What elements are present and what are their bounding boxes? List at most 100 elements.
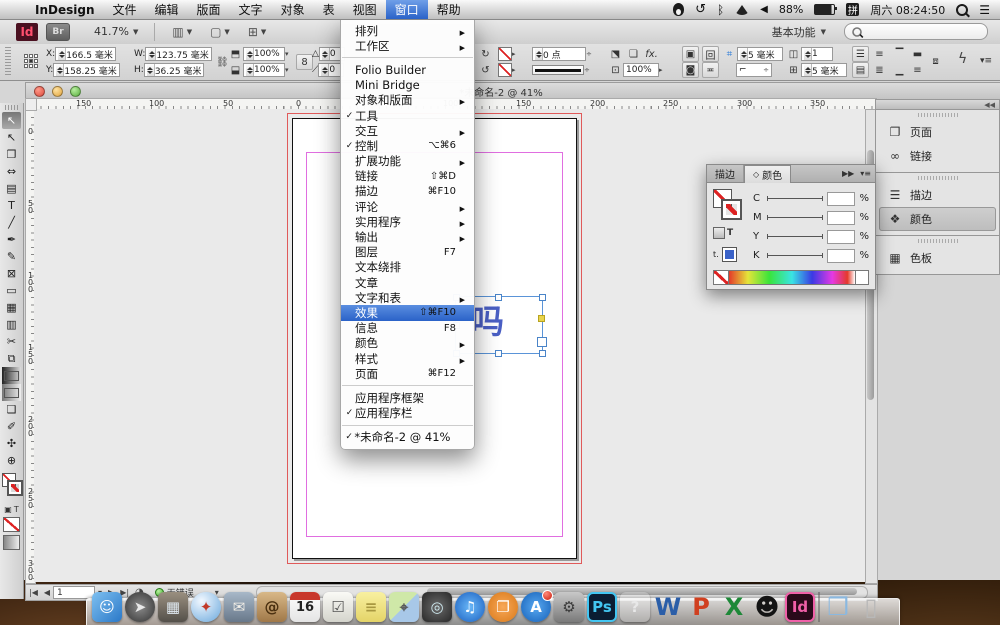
align-center-icon[interactable]: ≡ <box>872 47 887 61</box>
stroke-swatch-none[interactable] <box>722 200 741 219</box>
pencil-tool[interactable]: ✎ <box>2 248 21 265</box>
scissors-tool[interactable]: ✂ <box>2 333 21 350</box>
type-tool[interactable]: T <box>2 197 21 214</box>
gradient-feather-tool[interactable] <box>2 384 21 401</box>
reminders[interactable]: ☑ <box>323 592 353 622</box>
mail[interactable]: ✉ <box>224 592 254 622</box>
menu-item[interactable]: 颜色 <box>341 336 474 351</box>
free-transform-tool[interactable]: ⧉ <box>2 350 21 367</box>
panel-grip[interactable] <box>918 113 958 117</box>
effects-fx-icon[interactable]: fx. <box>644 47 659 61</box>
minimize-button[interactable] <box>52 86 63 97</box>
zoom-tool[interactable]: ⊕ <box>2 452 21 469</box>
qq-icon[interactable] <box>673 3 684 16</box>
folder[interactable]: ❒ <box>823 592 853 622</box>
system-preferences[interactable]: ⚙ <box>554 592 584 622</box>
channel-slider[interactable] <box>767 236 823 237</box>
inset-value[interactable]: 5 毫米 <box>748 48 775 61</box>
frame-handle[interactable] <box>539 350 546 357</box>
scale-y-field[interactable]: ⬓ 100% ▾ <box>228 63 289 77</box>
stroke-weight-field[interactable]: 0 点 ÷ <box>532 47 592 61</box>
reference-point-grid[interactable] <box>24 54 38 68</box>
stroke-style-dropdown[interactable]: ÷ <box>532 63 590 77</box>
screen-mode-button[interactable]: ▢ ▼ <box>201 25 239 39</box>
stepper[interactable] <box>58 48 66 60</box>
panel-tab-颜色[interactable]: ❖颜色 <box>879 207 996 231</box>
unknown-app[interactable]: ? <box>620 592 650 622</box>
stroke-color-control[interactable]: ▸ <box>498 63 516 77</box>
text-inset-field[interactable]: ⌗ 5 毫米 <box>722 47 783 61</box>
drop-shadow-icon[interactable]: ❏ <box>626 47 641 61</box>
menu-item[interactable]: 扩展功能 <box>341 154 474 169</box>
close-button[interactable] <box>34 86 45 97</box>
menu-item[interactable]: 对象和版面 <box>341 93 474 108</box>
channel-slider[interactable] <box>767 255 823 256</box>
collapse-panels-icon[interactable]: ◀◀ <box>984 101 995 109</box>
menu-item[interactable]: 排列 <box>341 23 474 38</box>
panel-grip[interactable] <box>918 239 958 243</box>
menu-item[interactable]: 输出 <box>341 229 474 244</box>
stepper[interactable] <box>804 48 812 60</box>
dock-divider[interactable] <box>818 592 820 622</box>
gutter-field[interactable]: ⊞ 5 毫米 <box>786 63 847 77</box>
stepper[interactable] <box>56 64 64 76</box>
stepper[interactable] <box>740 48 748 60</box>
menu-item[interactable]: 交互 <box>341 123 474 138</box>
corner-shape-dropdown[interactable]: ⌐÷ <box>736 63 772 77</box>
white-swatch[interactable] <box>855 271 868 284</box>
text-outport-handle[interactable] <box>537 337 547 347</box>
menu-item[interactable]: Mini Bridge <box>341 78 474 93</box>
paragraph-style-icon[interactable]: ▤ <box>852 62 869 78</box>
stroke-swatch-none[interactable] <box>8 481 22 495</box>
notes[interactable]: ≡ <box>356 592 386 622</box>
corner-edit-handle[interactable] <box>538 315 545 322</box>
apply-color-button[interactable] <box>3 517 20 532</box>
menubar-menu-item[interactable]: 窗口 <box>386 0 428 19</box>
menubar-menu-item[interactable]: 编辑 <box>146 0 188 19</box>
zoom-button[interactable] <box>70 86 81 97</box>
menu-item[interactable]: 文字和表 <box>341 290 474 305</box>
channel-slider[interactable] <box>767 217 823 218</box>
ibooks[interactable]: ❐ <box>488 592 518 622</box>
first-page-button[interactable]: |◀ <box>26 588 41 597</box>
constrain-scale-icon[interactable]: 8 <box>296 54 313 70</box>
last-color-button[interactable] <box>722 247 737 262</box>
fit-content-proportionally-icon[interactable]: 回 <box>702 46 719 62</box>
rotate-ccw-icon[interactable]: ↺ <box>478 63 493 77</box>
x-position-field[interactable]: X: 166.5 毫米 <box>46 47 116 61</box>
scale-x-field[interactable]: ⬒ 100% ▾ <box>228 47 289 61</box>
menu-item[interactable]: 效果 ⇧⌘F10 <box>341 305 474 320</box>
menu-item[interactable]: 页面 ⌘F12 <box>341 366 474 381</box>
opacity-field[interactable]: ⊡ 100% ▸ <box>608 63 663 77</box>
calendar[interactable]: 16 <box>290 592 320 622</box>
menubar-clock[interactable]: 周六 08:24:50 <box>870 2 945 18</box>
x-value[interactable]: 166.5 毫米 <box>66 48 113 61</box>
menubar-menu-item[interactable]: 文件 <box>104 0 146 19</box>
stepper[interactable] <box>148 48 156 60</box>
color-spectrum-ramp[interactable] <box>713 270 869 285</box>
indesign[interactable]: Id <box>785 592 815 622</box>
quick-apply-icon[interactable]: ϟ <box>958 52 967 66</box>
page-tool[interactable]: ❐ <box>2 146 21 163</box>
panel-tab-页面[interactable]: ❐页面 <box>879 120 996 144</box>
auto-size-icon[interactable]: ⧈ <box>928 54 943 68</box>
stepper[interactable] <box>147 64 155 76</box>
scale-x-value[interactable]: 100% <box>254 49 280 59</box>
none-swatch[interactable] <box>714 271 729 284</box>
safari[interactable]: ✦ <box>191 592 221 622</box>
menu-item[interactable]: 工作区 <box>341 38 474 53</box>
columns-field[interactable]: ◫ 1 <box>786 47 833 61</box>
chevron-down-icon[interactable]: ÷ <box>586 50 592 58</box>
panel-grip[interactable] <box>5 47 11 77</box>
panel-menu-icon[interactable]: ▾≡ <box>860 169 871 178</box>
shear-value[interactable]: 0 <box>329 65 335 75</box>
volume-icon[interactable]: ◀ <box>760 4 768 15</box>
menubar-menu-item[interactable]: 对象 <box>272 0 314 19</box>
rotation-value[interactable]: 0 <box>330 49 336 59</box>
itunes[interactable]: ♫ <box>455 592 485 622</box>
horizontal-grid-tool[interactable]: ▦ <box>2 299 21 316</box>
panel-dock-header[interactable]: ◀◀ <box>875 99 1000 110</box>
stepper[interactable] <box>246 64 254 76</box>
document-titlebar[interactable]: *未命名-2 @ 41% <box>25 82 1000 99</box>
pen-tool[interactable]: ✒ <box>2 231 21 248</box>
